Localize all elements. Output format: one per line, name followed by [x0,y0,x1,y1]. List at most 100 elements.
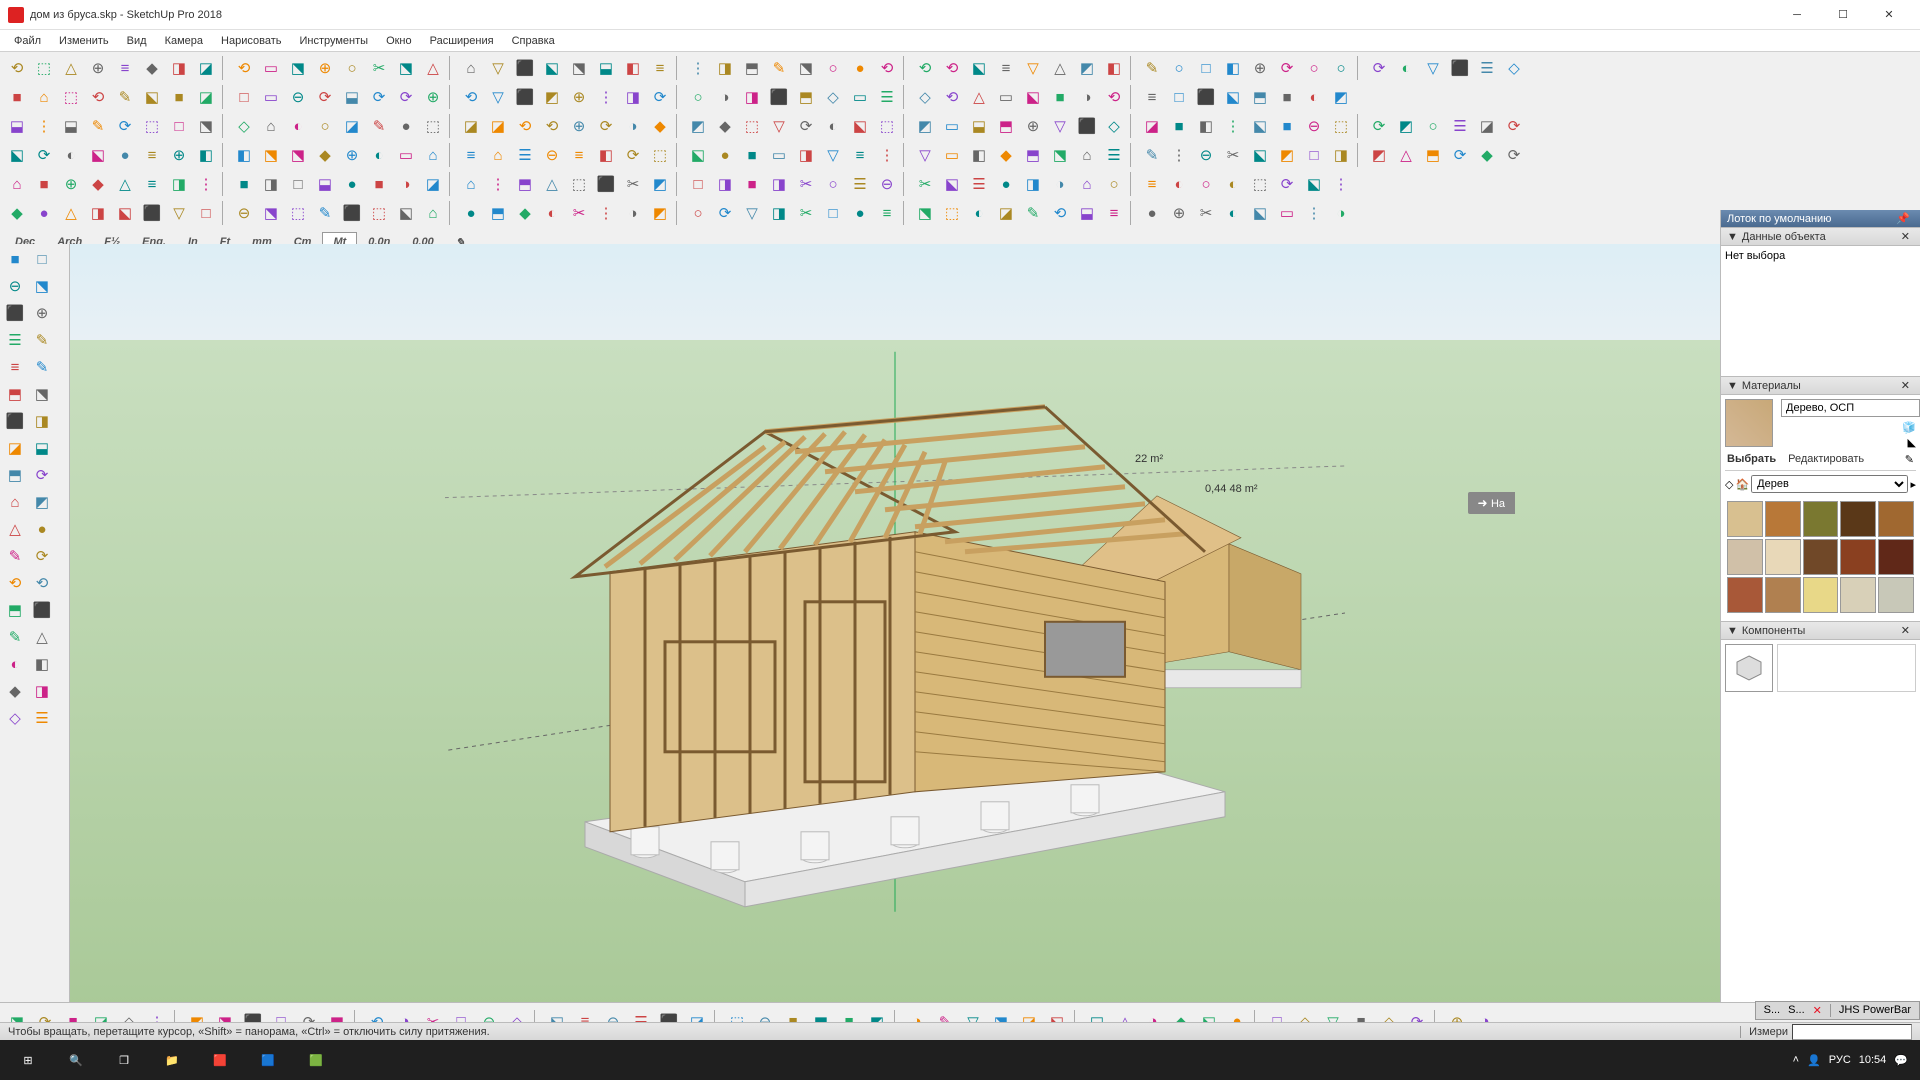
tool-btn-tr2-16[interactable]: ⟲ [458,84,484,110]
tool-btn-tr5-36[interactable]: ◨ [1020,171,1046,197]
left-tool-b-3[interactable]: ✎ [29,327,55,353]
tool-btn-tr5-14[interactable]: ◑ [393,171,419,197]
tool-btn-tr4-29[interactable]: ▽ [820,142,846,168]
tool-btn-tr3-40[interactable]: ◪ [1139,113,1165,139]
tool-btn-tr4-38[interactable]: ⌂ [1074,142,1100,168]
menu-справка[interactable]: Справка [504,33,563,49]
tool-btn-tr4-45[interactable]: ◩ [1274,142,1300,168]
tool-btn-tr2-40[interactable]: ≡ [1139,84,1165,110]
tool-btn-tr3-53[interactable]: ⟳ [1501,113,1527,139]
tool-btn-tr5-19[interactable]: △ [539,171,565,197]
tool-btn-tr3-33[interactable]: ▭ [939,113,965,139]
tool-btn-tr3-42[interactable]: ◧ [1193,113,1219,139]
tool-btn-tr1-39[interactable]: ◧ [1101,55,1127,81]
tool-btn-tr5-8[interactable]: ■ [231,171,257,197]
tool-btn-tr5-21[interactable]: ⬛ [593,171,619,197]
tool-btn-tr1-47[interactable]: ○ [1328,55,1354,81]
tool-btn-tr3-24[interactable]: ◩ [685,113,711,139]
tool-btn-tr2-25[interactable]: ◑ [712,84,738,110]
tool-btn-tr3-13[interactable]: ✎ [366,113,392,139]
tool-btn-tr3-31[interactable]: ⬚ [874,113,900,139]
app-task-icon[interactable]: 🟥 [196,1040,244,1080]
tool-btn-tr4-26[interactable]: ■ [739,142,765,168]
viewport[interactable]: 22 m² 0,44 48 m² ➜ На [70,244,1720,1042]
tool-btn-tr2-14[interactable]: ⟳ [393,84,419,110]
tool-btn-tr5-32[interactable]: ✂ [912,171,938,197]
tool-btn-tr6-24[interactable]: ○ [685,200,711,226]
tool-btn-tr3-19[interactable]: ⟲ [539,113,565,139]
material-swatch-0[interactable] [1727,501,1763,537]
tool-btn-tr2-20[interactable]: ⊕ [566,84,592,110]
left-tool-b-15[interactable]: ◧ [29,651,55,677]
tool-btn-tr6-27[interactable]: ◨ [766,200,792,226]
tool-btn-tr2-2[interactable]: ⬚ [58,84,84,110]
tool-btn-tr1-49[interactable]: ◐ [1393,55,1419,81]
tool-btn-tr5-22[interactable]: ✂ [620,171,646,197]
explorer-icon[interactable]: 📁 [148,1040,196,1080]
tool-btn-tr5-18[interactable]: ⬒ [512,171,538,197]
tool-btn-tr1-35[interactable]: ≡ [993,55,1019,81]
tool-btn-tr3-22[interactable]: ◑ [620,113,646,139]
tool-btn-tr4-20[interactable]: ≡ [566,142,592,168]
material-swatch-14[interactable] [1878,577,1914,613]
left-tool-a-14[interactable]: ✎ [2,624,28,650]
material-swatch-11[interactable] [1765,577,1801,613]
tool-btn-tr1-20[interactable]: ⬔ [566,55,592,81]
tool-btn-tr5-13[interactable]: ■ [366,171,392,197]
tool-btn-tr2-38[interactable]: ◑ [1074,84,1100,110]
tool-btn-tr3-30[interactable]: ⬕ [847,113,873,139]
tool-btn-tr6-0[interactable]: ◆ [4,200,30,226]
tool-btn-tr6-31[interactable]: ≡ [874,200,900,226]
tool-btn-tr1-23[interactable]: ≡ [647,55,673,81]
app-task-icon[interactable]: 🟦 [244,1040,292,1080]
left-tool-a-13[interactable]: ⬒ [2,597,28,623]
menu-вид[interactable]: Вид [119,33,155,49]
tool-btn-tr1-45[interactable]: ⟳ [1274,55,1300,81]
material-swatch-2[interactable] [1803,501,1839,537]
tool-btn-tr1-40[interactable]: ✎ [1139,55,1165,81]
tool-btn-tr4-47[interactable]: ◨ [1328,142,1354,168]
tool-btn-tr5-20[interactable]: ⬚ [566,171,592,197]
start-button[interactable]: ⊞ [4,1040,52,1080]
tool-btn-tr4-0[interactable]: ⬕ [4,142,30,168]
left-tool-b-11[interactable]: ⟳ [29,543,55,569]
tool-btn-tr4-18[interactable]: ☰ [512,142,538,168]
tool-btn-tr6-38[interactable]: ⬓ [1074,200,1100,226]
left-tool-b-16[interactable]: ◨ [29,678,55,704]
tool-btn-tr1-1[interactable]: ⬚ [31,55,57,81]
tool-btn-tr2-8[interactable]: □ [231,84,257,110]
home-icon[interactable]: 🏠 [1735,478,1749,491]
tool-btn-tr6-13[interactable]: ⬚ [366,200,392,226]
tool-btn-tr3-29[interactable]: ◐ [820,113,846,139]
tool-btn-tr2-29[interactable]: ◇ [820,84,846,110]
menu-изменить[interactable]: Изменить [51,33,117,49]
tool-btn-tr4-11[interactable]: ◆ [312,142,338,168]
tool-btn-tr2-46[interactable]: ◐ [1301,84,1327,110]
left-tool-b-5[interactable]: ⬔ [29,381,55,407]
tool-btn-tr2-6[interactable]: ■ [166,84,192,110]
tool-btn-tr5-42[interactable]: ○ [1193,171,1219,197]
tool-btn-tr3-10[interactable]: ◐ [285,113,311,139]
tool-btn-tr3-38[interactable]: ⬛ [1074,113,1100,139]
tool-btn-tr5-46[interactable]: ⬕ [1301,171,1327,197]
tool-btn-tr2-19[interactable]: ◩ [539,84,565,110]
tool-btn-tr6-43[interactable]: ◐ [1220,200,1246,226]
left-tool-b-1[interactable]: ⬔ [29,273,55,299]
tool-btn-tr4-48[interactable]: ◩ [1366,142,1392,168]
tool-btn-tr6-29[interactable]: □ [820,200,846,226]
tool-btn-tr1-10[interactable]: ⬔ [285,55,311,81]
tool-btn-tr1-8[interactable]: ⟲ [231,55,257,81]
tool-btn-tr3-34[interactable]: ⬓ [966,113,992,139]
materials-header[interactable]: ▼Материалы✕ [1721,376,1920,395]
menu-нарисовать[interactable]: Нарисовать [213,33,289,49]
tool-btn-tr3-11[interactable]: ○ [312,113,338,139]
left-tool-a-1[interactable]: ⊖ [2,273,28,299]
menu-окно[interactable]: Окно [378,33,420,49]
tool-btn-tr5-47[interactable]: ⋮ [1328,171,1354,197]
tool-btn-tr4-15[interactable]: ⌂ [420,142,446,168]
material-swatch-8[interactable] [1840,539,1876,575]
tool-btn-tr6-44[interactable]: ⬕ [1247,200,1273,226]
tool-btn-tr6-10[interactable]: ⬚ [285,200,311,226]
tool-btn-tr6-1[interactable]: ● [31,200,57,226]
tool-btn-tr1-17[interactable]: ▽ [485,55,511,81]
